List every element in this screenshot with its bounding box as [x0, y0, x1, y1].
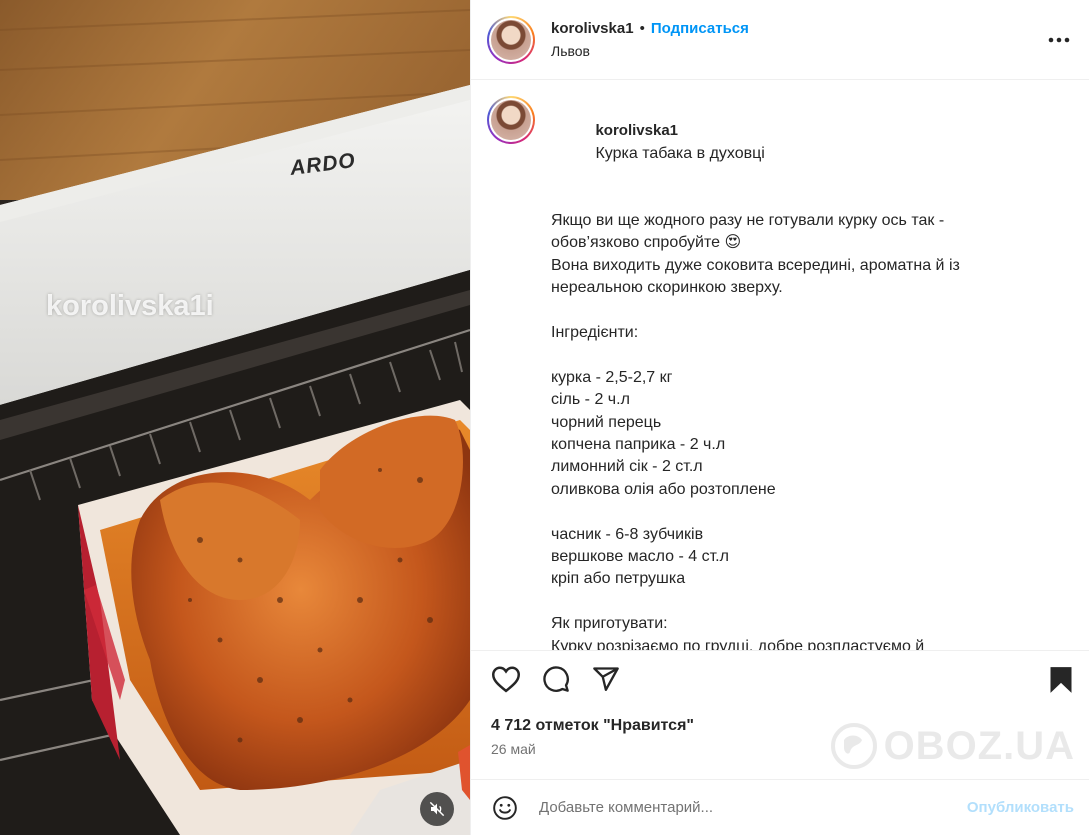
comment-input[interactable]: [539, 799, 939, 816]
heart-icon: [491, 666, 521, 693]
caption-line: [551, 300, 1071, 322]
caption-username[interactable]: korolivska1: [595, 122, 678, 139]
caption-line: лимонний сік - 2 ст.л: [551, 458, 703, 476]
caption-line: [551, 501, 1071, 523]
publish-button[interactable]: Опубликовать: [967, 799, 1074, 816]
video-watermark: korolivska1i: [46, 290, 214, 322]
post-side-panel: korolivska1 • Подписаться Львов korolivs…: [470, 0, 1089, 835]
caption-line: Якщо ви ще жодного разу не готували курк…: [551, 212, 945, 230]
follow-button[interactable]: Подписаться: [651, 20, 749, 37]
share-button[interactable]: [591, 664, 621, 694]
post-caption: korolivska1 Курка табака в духовці Якщо …: [471, 80, 1089, 650]
caption-line: вершкове масло - 4 ст.л: [551, 548, 729, 566]
more-options-button[interactable]: [1045, 26, 1073, 54]
caption-line: Курку розрізаємо по грудці, добре розпла…: [551, 637, 925, 650]
oboz-watermark-text: OBOZ.UA: [883, 723, 1075, 768]
caption-body: korolivska1 Курка табака в духовці Якщо …: [551, 96, 1071, 650]
comment-box: Опубликовать: [471, 779, 1089, 835]
paper-plane-icon: [593, 667, 619, 692]
instagram-post-view: ARDO korolivska1i korolivska1 • Подписат…: [0, 0, 1089, 835]
avatar-image: [491, 19, 531, 60]
post-media[interactable]: ARDO korolivska1i: [0, 0, 470, 835]
caption-line: [551, 188, 1071, 210]
caption-line: Як приготувати:: [551, 615, 668, 633]
post-location[interactable]: Львов: [551, 43, 749, 59]
post-header: korolivska1 • Подписаться Львов: [471, 0, 1089, 80]
like-button[interactable]: [491, 664, 521, 694]
caption-line: часник - 6-8 зубчиків: [551, 525, 704, 543]
comment-bubble-icon: [543, 666, 569, 692]
caption-avatar-image: [491, 100, 531, 140]
oboz-watermark: OBOZ.UA: [830, 722, 1075, 770]
caption-title: Курка табака в духовці: [595, 144, 765, 162]
more-horizontal-icon: [1048, 37, 1070, 43]
caption-line: [551, 344, 1071, 366]
caption-lines: Якщо ви ще жодного разу не готували курк…: [551, 188, 1071, 650]
mute-button[interactable]: [420, 792, 454, 826]
caption-line: оливкова олія або розтоплене: [551, 480, 776, 498]
caption-line: [551, 591, 1071, 613]
caption-avatar[interactable]: [487, 96, 535, 144]
caption-line: чорний перець: [551, 413, 662, 431]
oven-chicken-image: [0, 0, 470, 835]
caption-line: кріп або петрушка: [551, 570, 686, 588]
caption-line: курка - 2,5-2,7 кг: [551, 368, 673, 386]
caption-line: нереальною скоринкою зверху.: [551, 279, 783, 297]
bookmark-icon: [1050, 667, 1072, 693]
caption-line: обов’язково спробуйте 😍: [551, 234, 742, 252]
save-button[interactable]: [1046, 665, 1076, 695]
avatar[interactable]: [487, 15, 535, 64]
emoji-button[interactable]: [491, 794, 519, 822]
separator-dot: •: [639, 20, 645, 37]
caption-line: Інгредієнти:: [551, 324, 639, 342]
globe-logo-icon: [830, 723, 877, 769]
author-username[interactable]: korolivska1: [551, 20, 634, 37]
smiley-icon: [493, 795, 517, 820]
caption-line: Вона виходить дуже соковита всередині, а…: [551, 256, 960, 274]
caption-line: копчена паприка - 2 ч.л: [551, 436, 726, 454]
comment-button[interactable]: [541, 664, 571, 694]
muted-speaker-icon: [429, 801, 445, 817]
caption-line: сіль - 2 ч.л: [551, 391, 630, 409]
